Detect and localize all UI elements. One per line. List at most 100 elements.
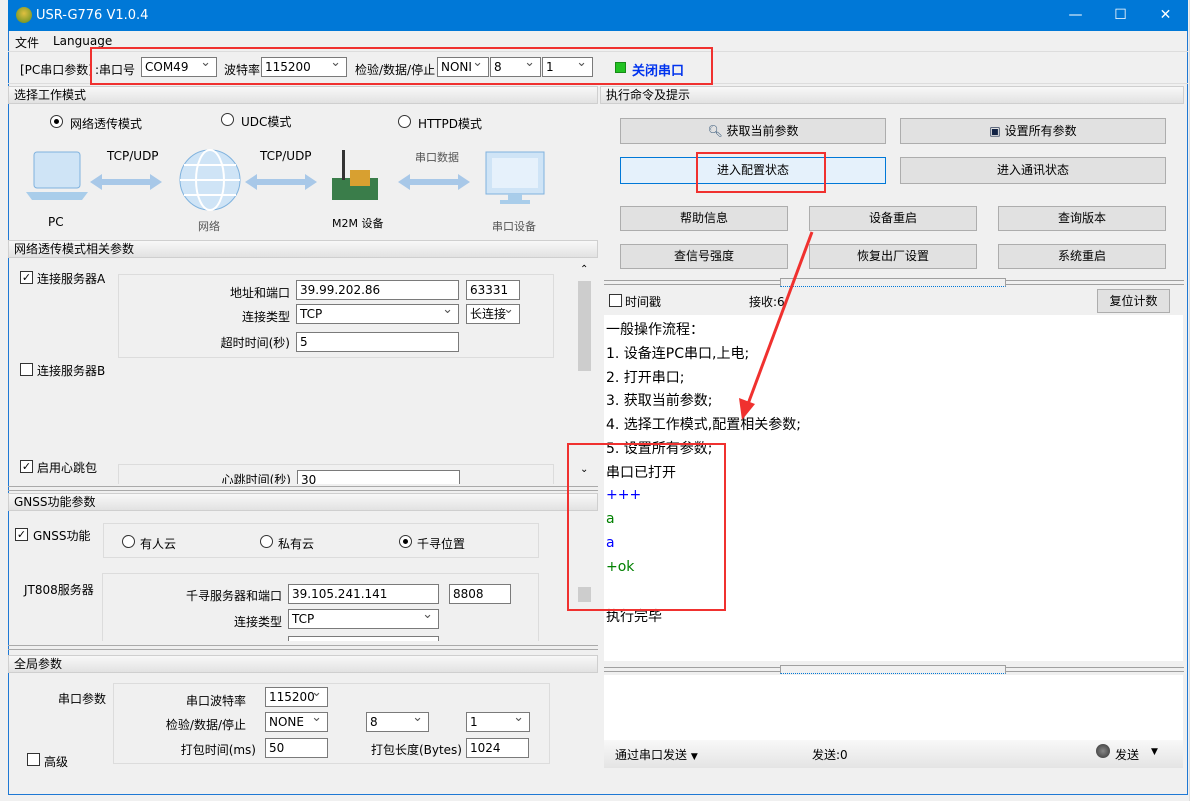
mode-radio-httpd[interactable] <box>398 115 411 128</box>
log-line: 2. 打开串口; <box>606 370 685 386</box>
heartbeat-time-label: 心跳时间(秒) <box>221 473 291 484</box>
enter-config-button[interactable]: 进入配置状态 <box>620 157 886 184</box>
send-mode-dropdown[interactable]: 通过串口发送 ▼ <box>615 746 698 763</box>
save-icon: ▣ <box>989 124 1001 138</box>
get-params-button[interactable]: 🔍︎ 获取当前参数 <box>620 118 886 144</box>
menu-file[interactable]: 文件 <box>15 34 39 51</box>
close-button[interactable]: ✕ <box>1143 0 1188 31</box>
receive-log[interactable]: 一般操作流程： 1. 设备连PC串口,上电; 2. 打开串口; 3. 获取当前参… <box>604 315 1183 661</box>
m2m-device-icon <box>332 150 378 200</box>
server-b-checkbox[interactable] <box>20 363 33 376</box>
pack-time-input[interactable]: 50 <box>265 738 328 758</box>
server-a-checkbox[interactable]: ✓ <box>20 271 33 284</box>
heartbeat-group: 心跳时间(秒) 30 <box>118 464 554 484</box>
heartbeat-checkbox[interactable]: ✓ <box>20 460 33 473</box>
baud-select[interactable]: 115200 <box>261 57 347 77</box>
maximize-button[interactable]: ☐ <box>1098 0 1143 31</box>
heartbeat-time-input[interactable]: 30 <box>297 470 460 484</box>
reset-count-button[interactable]: 复位计数 <box>1097 289 1170 313</box>
gnss-label: GNSS功能 <box>33 529 91 543</box>
server-label: 千寻服务器和端口 <box>185 589 282 603</box>
system-reboot-button[interactable]: 系统重启 <box>998 244 1166 269</box>
pack-length-input[interactable]: 1024 <box>466 738 529 758</box>
diagram-label: TCP/UDP <box>260 149 312 163</box>
advanced-checkbox[interactable] <box>27 753 40 766</box>
set-params-button[interactable]: ▣ 设置所有参数 <box>900 118 1166 144</box>
mode-label: UDC模式 <box>241 115 292 129</box>
reboot-device-button[interactable]: 设备重启 <box>809 206 977 231</box>
pc-laptop-icon <box>26 151 88 200</box>
timestamp-label: 时间戳 <box>625 295 662 309</box>
server-a-conn-select[interactable]: 长连接 <box>466 304 520 324</box>
gnss-option-label: 私有云 <box>278 537 315 551</box>
menu-language[interactable]: Language <box>53 34 112 48</box>
global-stop-bits-select[interactable]: 1 <box>466 712 530 732</box>
qianxun-type-select[interactable]: TCP <box>288 609 439 629</box>
server-a-type-select[interactable]: TCP <box>296 304 459 324</box>
log-line: 5. 设置所有参数; <box>606 441 713 457</box>
server-a-address-input[interactable]: 39.99.202.86 <box>296 280 459 300</box>
parity-label: 检验/数据/停止 <box>355 63 436 77</box>
mode-label: HTTPD模式 <box>418 117 482 131</box>
log-line: 1. 设备连PC串口,上电; <box>606 346 750 362</box>
help-button[interactable]: 帮助信息 <box>620 206 788 231</box>
send-input[interactable] <box>604 675 1183 740</box>
log-line: 4. 选择工作模式,配置相关参数; <box>606 417 801 433</box>
send-caret-down-icon[interactable]: ▼ <box>1151 747 1158 757</box>
advanced-label: 高级 <box>44 755 69 769</box>
log-line: +ok <box>606 559 635 575</box>
close-port-button[interactable]: 关闭串口 <box>632 60 684 79</box>
splitter[interactable] <box>8 645 598 650</box>
send-button[interactable]: 发送 <box>1115 746 1139 763</box>
query-version-button[interactable]: 查询版本 <box>998 206 1166 231</box>
server-a-label: 连接服务器A <box>37 272 106 286</box>
pack-time-label: 打包时间(ms) <box>180 743 256 757</box>
qianxun-port-input[interactable]: 8808 <box>449 584 511 604</box>
log-line: 执行完毕 <box>606 609 662 625</box>
diagram-label: M2M 设备 <box>332 217 384 230</box>
caret-down-icon: ▼ <box>690 752 698 762</box>
server-a-timeout-input[interactable]: 5 <box>296 332 459 352</box>
mode-radio-udc[interactable] <box>221 113 234 126</box>
global-baud-select[interactable]: 115200 <box>265 687 328 707</box>
gnss-radio-usr-cloud[interactable] <box>122 535 135 548</box>
stop-bits-select[interactable]: 1 <box>542 57 593 77</box>
speaker-icon <box>1096 744 1110 758</box>
gnss-checkbox[interactable]: ✓ <box>15 528 28 541</box>
net-scrollbar[interactable]: ⌃ ⌄ <box>577 264 592 482</box>
button-label: 获取当前参数 <box>726 124 799 138</box>
net-params-header: 网络透传模式相关参数 <box>8 240 598 258</box>
splitter[interactable] <box>604 665 1184 674</box>
gnss-scrollbar[interactable] <box>577 576 592 640</box>
qianxun-server-input[interactable]: 39.105.241.141 <box>288 584 439 604</box>
globe-icon <box>179 149 241 211</box>
minimize-button[interactable]: — <box>1053 0 1098 31</box>
global-data-bits-select[interactable]: 8 <box>366 712 429 732</box>
gnss-radio-qianxun[interactable] <box>399 535 412 548</box>
log-line: a <box>606 511 615 527</box>
parity-select[interactable]: NONI <box>437 57 489 77</box>
splitter[interactable] <box>8 486 598 491</box>
splitter[interactable] <box>604 278 1184 287</box>
serial-params-label: 串口参数 <box>58 692 107 706</box>
parity-label: 检验/数据/停止 <box>165 718 246 732</box>
factory-reset-button[interactable]: 恢复出厂设置 <box>809 244 977 269</box>
pack-length-label: 打包长度(Bytes) <box>370 743 462 757</box>
search-doc-icon: 🔍︎ <box>707 124 723 138</box>
gnss-radio-private-cloud[interactable] <box>260 535 273 548</box>
server-a-port-input[interactable]: 63331 <box>466 280 520 300</box>
port-select[interactable]: COM49 <box>141 57 217 77</box>
mode-radio-transparent[interactable] <box>50 115 63 128</box>
pc-serial-label: [PC串口参数] <box>20 63 93 77</box>
mode-header: 选择工作模式 <box>8 86 598 104</box>
global-header: 全局参数 <box>8 655 598 673</box>
data-bits-select[interactable]: 8 <box>490 57 541 77</box>
background-window-edge <box>1189 0 1197 801</box>
signal-strength-button[interactable]: 查信号强度 <box>620 244 788 269</box>
enter-comm-button[interactable]: 进入通讯状态 <box>900 157 1166 184</box>
receive-count: 接收:6 <box>749 295 785 309</box>
global-parity-select[interactable]: NONE <box>265 712 328 732</box>
gnss-option-label: 千寻位置 <box>417 537 466 551</box>
server-b-label: 连接服务器B <box>37 364 106 378</box>
timestamp-checkbox[interactable] <box>609 294 622 307</box>
